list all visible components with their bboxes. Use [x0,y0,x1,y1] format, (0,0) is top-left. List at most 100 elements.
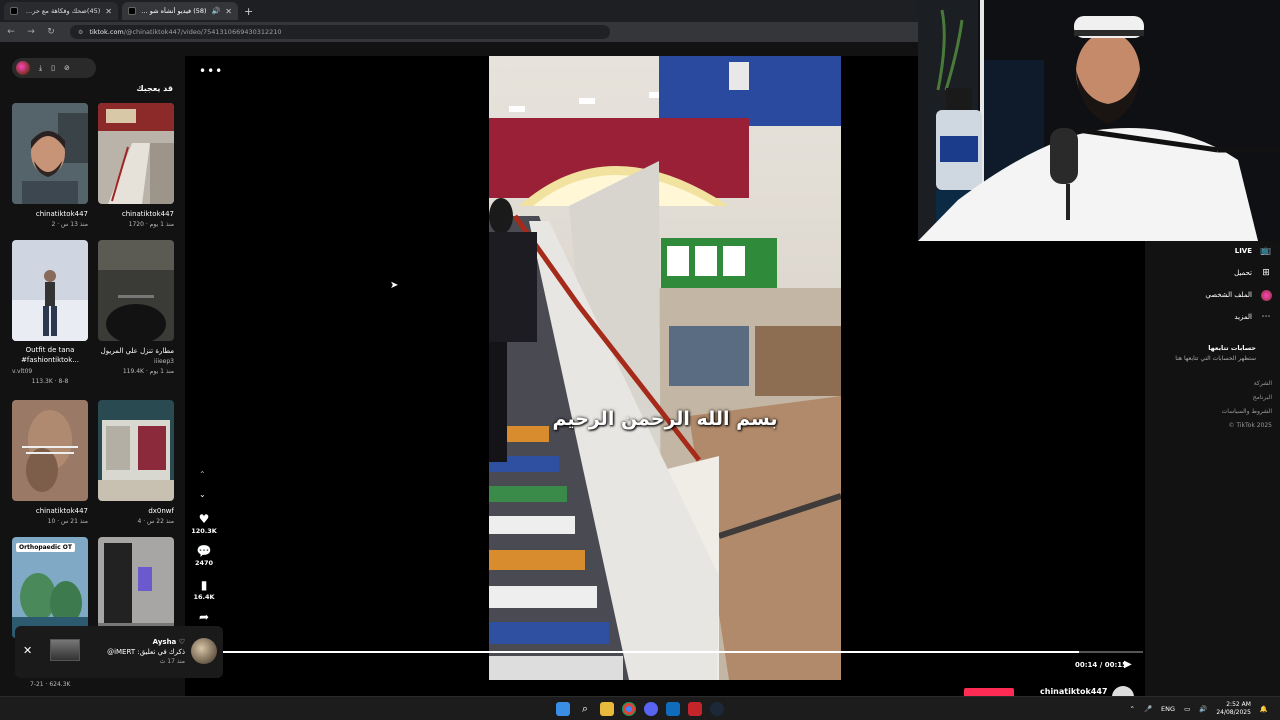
microphone-icon[interactable]: 🎤 [1144,705,1152,713]
notification-time: منذ 17 ث [159,658,185,665]
comment-action[interactable]: 💬 2470 [190,544,218,567]
video-author[interactable]: chinatiktok447 [1040,687,1108,696]
live-icon: 📺 [1260,246,1272,256]
network-icon[interactable]: ▭ [1184,705,1190,713]
play-icon[interactable]: ▶ [1124,659,1132,670]
save-action[interactable]: ▮ 16.4K [190,578,218,601]
chevron-down-icon[interactable]: ⌄ [199,490,206,499]
close-icon[interactable]: ✕ [105,7,112,16]
windows-start-icon[interactable] [556,702,570,716]
man-portrait-image [12,103,88,204]
close-icon[interactable]: ✕ [225,7,232,16]
video-caption: بسم الله الرحمن الرحيم [552,408,778,430]
clock-date: 24/08/2025 [1216,709,1251,716]
site-info-icon[interactable]: ⚙ [78,29,83,36]
url-path: /@chinatiktok447/video/75413106694303122… [123,28,282,36]
blurred-image [12,400,88,501]
video-thumbnail[interactable] [12,240,88,341]
back-icon[interactable]: ← [6,27,16,37]
tiktok-icon [10,7,18,15]
comment-icon[interactable]: 💬 [190,544,218,558]
video-thumbnail[interactable] [98,240,174,341]
forward-icon[interactable]: → [26,27,36,37]
bookmark-icon[interactable]: ▮ [190,578,218,592]
compass-icon[interactable]: ⊘ [64,64,70,72]
video-progress-bar[interactable] [223,651,1143,653]
browser-tab-1[interactable]: (45)ضحك وفكاهة مع حركات الب... ✕ [4,2,118,20]
discord-icon[interactable] [644,702,658,716]
avatar[interactable] [16,61,30,75]
card-author[interactable]: iiieep3 [98,358,174,365]
footer-link[interactable]: البرنامج [1253,394,1272,401]
phone-icon[interactable]: ▯ [51,64,55,72]
chrome-icon[interactable] [622,702,636,716]
video-time: 00:14 / 00:15 [1075,661,1127,669]
search-icon[interactable]: ⌕ [578,702,592,716]
nav-live[interactable]: LIVE 📺 [1235,245,1272,257]
video-card[interactable]: Orthopaedic OT [12,537,88,638]
notification-icon[interactable]: 🔔 [1260,705,1268,713]
video-card[interactable] [98,537,174,638]
download-icon[interactable]: ⤓ [39,64,42,73]
video-thumbnail[interactable]: Orthopaedic OT [12,537,88,638]
language-indicator[interactable]: ENG [1161,705,1175,713]
footer-link[interactable]: الشركة [1254,380,1272,387]
volume-icon[interactable]: 🔊 [1199,705,1207,713]
video-card[interactable]: dx0nwf 4 · منذ 22 س [98,400,174,525]
video-card[interactable]: مطارة تنزل علي المريول iiieep3 119.4K · … [98,240,174,375]
chevron-up-icon[interactable]: ⌃ [199,470,206,479]
card-author[interactable]: chinatiktok447 [12,507,88,515]
card-title[interactable]: Outfit de tana #fashiontiktok... [12,345,88,365]
url-field[interactable]: ⚙ tiktok.com /@chinatiktok447/video/7541… [70,25,610,39]
windows-taskbar: ⌕ ⌃ 🎤 ENG ▭ 🔊 2:52 AM 24/08/2025 🔔 [0,696,1280,720]
heart-icon[interactable]: ♥ [190,512,218,526]
browser-tab-2[interactable]: (58) فيديو أنشأه شو بدك من 🔊 ✕ [122,2,238,20]
left-top-controls: ⤓ ▯ ⊘ [12,58,96,78]
card-author[interactable]: dx0nwf [98,507,174,515]
video-card[interactable]: chinatiktok447 1720 · منذ 1 يوم [98,103,174,228]
following-title: حسابات تتابعها [1208,344,1256,352]
card-meta: 7-21 · 624.3K [30,681,71,688]
nav-profile[interactable]: الملف الشخصي [1205,289,1272,301]
nav-upload[interactable]: تحميل ⊞ [1234,267,1272,279]
clock[interactable]: 2:52 AM 24/08/2025 [1216,701,1251,717]
follow-button[interactable] [964,688,1014,696]
card-author[interactable]: chinatiktok447 [98,210,174,218]
card-title[interactable]: مطارة تنزل علي المريول [98,347,174,355]
reload-icon[interactable]: ↻ [46,27,56,37]
video-card[interactable]: chinatiktok447 2 · منذ 13 س [12,103,88,228]
chevron-up-icon[interactable]: ⌃ [1130,705,1135,713]
address-bar-row: ← → ↻ ⚙ tiktok.com /@chinatiktok447/vide… [0,22,918,42]
outlook-icon[interactable] [666,702,680,716]
url-host: tiktok.com [89,28,124,36]
nav-more[interactable]: المزيد ⋯ [1234,311,1272,323]
notification-message: ذكرك في تعليق: iMERT@ [107,648,185,656]
surgery-image [12,537,88,638]
footer-link[interactable]: الشروط والسياسات [1222,408,1272,415]
share-action[interactable]: ➦ [190,610,218,624]
video-player[interactable]: بسم الله الرحمن الرحيم [489,56,841,680]
video-thumbnail[interactable] [98,103,174,204]
app-icon[interactable] [688,702,702,716]
more-options-icon[interactable]: ••• [199,64,223,78]
system-tray: ⌃ 🎤 ENG ▭ 🔊 2:52 AM 24/08/2025 🔔 [1130,697,1269,720]
file-explorer-icon[interactable] [600,702,614,716]
notification-toast[interactable]: ✕ Aysha ♡ ذكرك في تعليق: iMERT@ منذ 17 ث [15,626,223,678]
video-thumbnail[interactable] [98,400,174,501]
video-thumbnail[interactable] [12,103,88,204]
video-card[interactable]: Outfit de tana #fashiontiktok... v.vlt09… [12,240,88,385]
card-author[interactable]: chinatiktok447 [12,210,88,218]
steam-icon[interactable] [710,702,724,716]
speaker-icon[interactable]: 🔊 [212,7,221,15]
close-icon[interactable]: ✕ [23,644,32,657]
video-thumbnail[interactable] [98,537,174,638]
nav-label: الملف الشخصي [1205,291,1252,299]
upload-icon: ⊞ [1262,268,1270,278]
card-author[interactable]: v.vlt09 [12,368,88,375]
like-action[interactable]: ♥ 120.3K [190,512,218,535]
new-tab-button[interactable]: + [244,5,253,18]
profile-icon [1260,289,1272,301]
video-card[interactable]: chinatiktok447 10 · منذ 21 س [12,400,88,525]
video-thumbnail[interactable] [12,400,88,501]
share-icon[interactable]: ➦ [190,610,218,624]
